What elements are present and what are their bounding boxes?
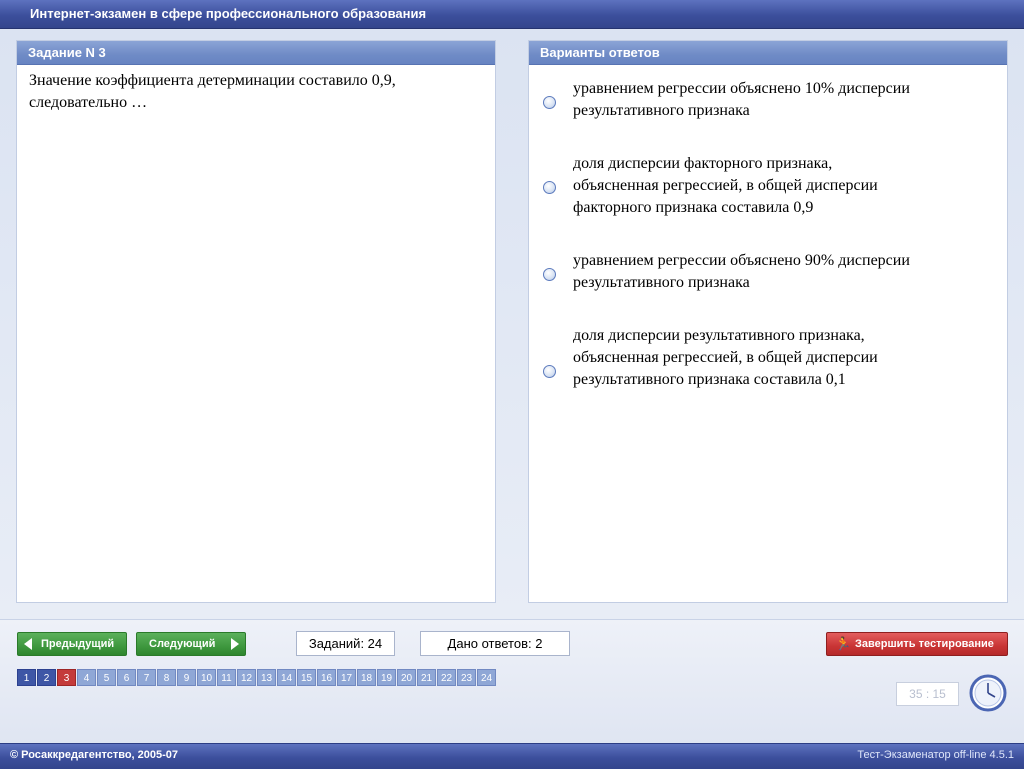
window-title-bar: Интернет-экзамен в сфере профессионально… bbox=[0, 0, 1024, 29]
page-button-11[interactable]: 11 bbox=[217, 669, 236, 686]
answers-header: Варианты ответов bbox=[529, 41, 1007, 65]
answer-option-text[interactable]: доля дисперсии результативного признака,… bbox=[573, 325, 993, 391]
page-button-20[interactable]: 20 bbox=[397, 669, 416, 686]
arrow-right-icon bbox=[231, 638, 239, 650]
page-button-2[interactable]: 2 bbox=[37, 669, 56, 686]
question-text: Значение коэффициента детерминации соста… bbox=[29, 72, 396, 111]
answer-option-text[interactable]: уравнением регрессии объяснено 90% диспе… bbox=[573, 250, 993, 294]
page-button-14[interactable]: 14 bbox=[277, 669, 296, 686]
page-button-9[interactable]: 9 bbox=[177, 669, 196, 686]
finish-test-button[interactable]: 🏃 Завершить тестирование bbox=[826, 632, 1008, 656]
task-panel: Задание N 3 Значение коэффициента детерм… bbox=[16, 40, 496, 603]
status-bar: © Росаккредагентство, 2005-07 Тест-Экзам… bbox=[0, 743, 1024, 769]
window-title: Интернет-экзамен в сфере профессионально… bbox=[30, 6, 427, 21]
page-button-23[interactable]: 23 bbox=[457, 669, 476, 686]
clock-icon bbox=[969, 674, 1007, 712]
finish-test-label: Завершить тестирование bbox=[855, 638, 994, 650]
page-button-21[interactable]: 21 bbox=[417, 669, 436, 686]
task-header: Задание N 3 bbox=[17, 41, 495, 65]
previous-button-label: Предыдущий bbox=[41, 638, 115, 650]
page-button-6[interactable]: 6 bbox=[117, 669, 136, 686]
timer-display: 35 : 15 bbox=[896, 682, 959, 706]
arrow-left-icon bbox=[24, 638, 32, 650]
previous-button[interactable]: Предыдущий bbox=[17, 632, 127, 656]
radio-button[interactable] bbox=[543, 181, 556, 194]
page-button-12[interactable]: 12 bbox=[237, 669, 256, 686]
tasks-count: Заданий: 24 bbox=[296, 631, 395, 656]
page-button-4[interactable]: 4 bbox=[77, 669, 96, 686]
page-button-8[interactable]: 8 bbox=[157, 669, 176, 686]
page-button-18[interactable]: 18 bbox=[357, 669, 376, 686]
answer-option-text[interactable]: доля дисперсии факторного признака, объя… bbox=[573, 153, 993, 219]
page-button-5[interactable]: 5 bbox=[97, 669, 116, 686]
page-button-3[interactable]: 3 bbox=[57, 669, 76, 686]
running-man-icon: 🏃 bbox=[835, 636, 852, 651]
answers-given-count: Дано ответов: 2 bbox=[420, 631, 570, 656]
answer-option-text[interactable]: уравнением регрессии объяснено 10% диспе… bbox=[573, 78, 993, 122]
page-button-10[interactable]: 10 bbox=[197, 669, 216, 686]
page-button-17[interactable]: 17 bbox=[337, 669, 356, 686]
question-pager: 1 2 3 4 5 6 7 8 9 10 11 12 13 14 15 16 17 18 19 20 21 22 23 24 bbox=[17, 669, 497, 686]
version-text: Тест-Экзаменатор off-line 4.5.1 bbox=[857, 749, 1014, 761]
page-button-15[interactable]: 15 bbox=[297, 669, 316, 686]
page-button-1[interactable]: 1 bbox=[17, 669, 36, 686]
next-button-label: Следующий bbox=[149, 638, 216, 650]
copyright-text: © Росаккредагентство, 2005-07 bbox=[10, 749, 179, 761]
page-button-13[interactable]: 13 bbox=[257, 669, 276, 686]
radio-button[interactable] bbox=[543, 365, 556, 378]
page-button-16[interactable]: 16 bbox=[317, 669, 336, 686]
page-button-19[interactable]: 19 bbox=[377, 669, 396, 686]
radio-button[interactable] bbox=[543, 96, 556, 109]
page-button-24[interactable]: 24 bbox=[477, 669, 496, 686]
answers-panel: Варианты ответов уравнением регрессии об… bbox=[528, 40, 1008, 603]
page-button-22[interactable]: 22 bbox=[437, 669, 456, 686]
page-button-7[interactable]: 7 bbox=[137, 669, 156, 686]
next-button[interactable]: Следующий bbox=[136, 632, 246, 656]
radio-button[interactable] bbox=[543, 268, 556, 281]
